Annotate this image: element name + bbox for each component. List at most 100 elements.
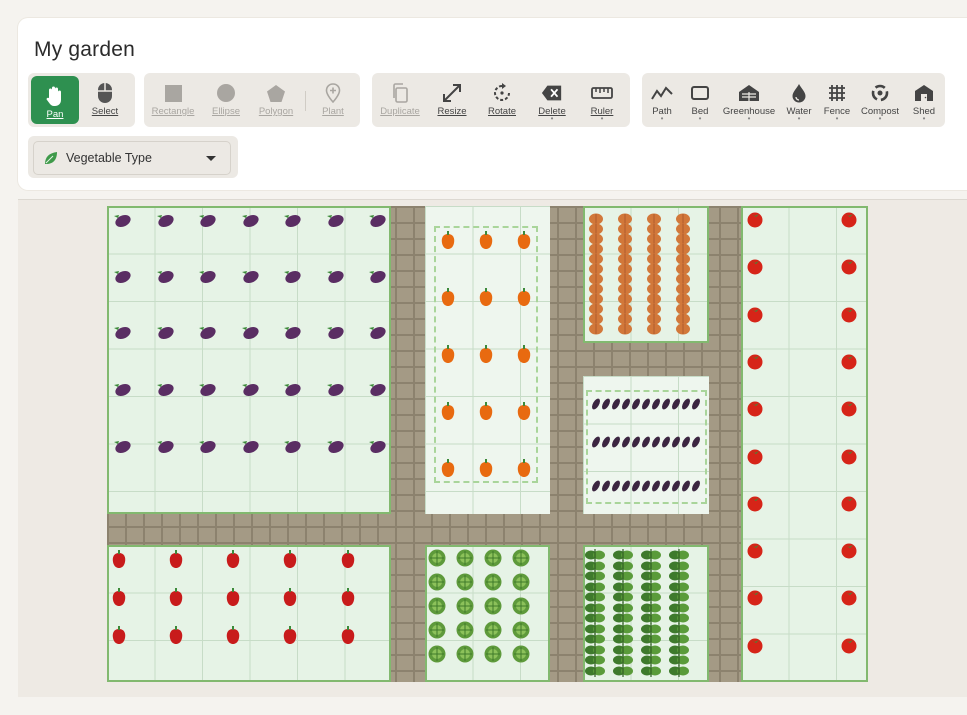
eggplant-icon[interactable] — [367, 212, 387, 233]
orange-pepper-icon[interactable] — [440, 287, 456, 312]
lettuce-icon[interactable] — [511, 596, 531, 621]
orange-pepper-icon[interactable] — [516, 458, 532, 483]
tomato-icon[interactable] — [745, 210, 765, 233]
red-pepper-icon[interactable] — [282, 587, 298, 612]
red-pepper-icon[interactable] — [111, 587, 127, 612]
red-pepper-icon[interactable] — [225, 625, 241, 650]
rotate-button[interactable]: Rotate — [478, 73, 526, 127]
eggplant-icon[interactable] — [282, 212, 302, 233]
greenhouse-button[interactable]: Greenhouse • — [723, 73, 775, 127]
delete-button[interactable]: Delete • — [528, 73, 576, 127]
orange-pepper-icon[interactable] — [440, 230, 456, 255]
red-pepper-icon[interactable] — [111, 549, 127, 574]
lettuce-icon[interactable] — [483, 620, 503, 645]
tomato-icon[interactable] — [745, 494, 765, 517]
eggplant-icon[interactable] — [325, 438, 345, 459]
eggplant-icon[interactable] — [197, 381, 217, 402]
eggplant-icon[interactable] — [112, 268, 132, 289]
eggplant-icon[interactable] — [367, 268, 387, 289]
orange-pepper-icon[interactable] — [440, 458, 456, 483]
lettuce-icon[interactable] — [483, 644, 503, 669]
eggplant-icon[interactable] — [155, 212, 175, 233]
onion-icon[interactable] — [617, 322, 633, 340]
tomato-icon[interactable] — [839, 636, 859, 659]
tomato-icon[interactable] — [839, 588, 859, 611]
ruler-button[interactable]: Ruler • — [578, 73, 626, 127]
eggplant-icon[interactable] — [240, 438, 260, 459]
red-pepper-icon[interactable] — [168, 587, 184, 612]
eggplant-slim-icon[interactable] — [690, 478, 702, 497]
bean-icon[interactable] — [640, 664, 662, 682]
eggplant-icon[interactable] — [240, 212, 260, 233]
shed-button[interactable]: Shed • — [900, 73, 948, 127]
eggplant-icon[interactable] — [282, 268, 302, 289]
tomato-icon[interactable] — [839, 305, 859, 328]
eggplant-icon[interactable] — [155, 438, 175, 459]
eggplant-icon[interactable] — [325, 268, 345, 289]
eggplant-icon[interactable] — [367, 381, 387, 402]
lettuce-icon[interactable] — [455, 548, 475, 573]
tomato-icon[interactable] — [839, 257, 859, 280]
tomato-icon[interactable] — [839, 494, 859, 517]
eggplant-icon[interactable] — [325, 324, 345, 345]
eggplant-icon[interactable] — [197, 324, 217, 345]
orange-pepper-icon[interactable] — [516, 344, 532, 369]
ellipse-button[interactable]: Ellipse — [202, 73, 250, 127]
eggplant-icon[interactable] — [282, 324, 302, 345]
onion-icon[interactable] — [675, 322, 691, 340]
eggplant-icon[interactable] — [325, 381, 345, 402]
red-pepper-icon[interactable] — [168, 625, 184, 650]
eggplant-icon[interactable] — [240, 324, 260, 345]
orange-pepper-icon[interactable] — [440, 401, 456, 426]
eggplant-icon[interactable] — [367, 438, 387, 459]
tomato-icon[interactable] — [839, 447, 859, 470]
bed-button[interactable]: Bed • — [676, 73, 724, 127]
lettuce-icon[interactable] — [511, 620, 531, 645]
eggplant-slim-icon[interactable] — [690, 434, 702, 453]
bean-icon[interactable] — [668, 664, 690, 682]
lettuce-icon[interactable] — [427, 572, 447, 597]
orange-pepper-icon[interactable] — [478, 458, 494, 483]
lettuce-icon[interactable] — [483, 572, 503, 597]
eggplant-icon[interactable] — [197, 268, 217, 289]
red-pepper-icon[interactable] — [282, 625, 298, 650]
eggplant-icon[interactable] — [155, 324, 175, 345]
bed-eggplant[interactable] — [107, 206, 391, 514]
tomato-icon[interactable] — [745, 447, 765, 470]
tomato-icon[interactable] — [745, 399, 765, 422]
red-pepper-icon[interactable] — [282, 549, 298, 574]
eggplant-slim-icon[interactable] — [690, 396, 702, 415]
tomato-icon[interactable] — [839, 352, 859, 375]
duplicate-button[interactable]: Duplicate — [376, 73, 424, 127]
eggplant-icon[interactable] — [197, 212, 217, 233]
tomato-icon[interactable] — [839, 210, 859, 233]
orange-pepper-icon[interactable] — [516, 401, 532, 426]
eggplant-icon[interactable] — [112, 324, 132, 345]
eggplant-icon[interactable] — [197, 438, 217, 459]
orange-pepper-icon[interactable] — [440, 344, 456, 369]
tomato-icon[interactable] — [839, 541, 859, 564]
red-pepper-icon[interactable] — [340, 549, 356, 574]
bean-icon[interactable] — [612, 664, 634, 682]
lettuce-icon[interactable] — [511, 572, 531, 597]
eggplant-icon[interactable] — [282, 381, 302, 402]
onion-icon[interactable] — [646, 322, 662, 340]
red-pepper-icon[interactable] — [340, 587, 356, 612]
tomato-icon[interactable] — [839, 399, 859, 422]
bean-icon[interactable] — [584, 664, 606, 682]
select-button[interactable]: Select — [81, 73, 129, 127]
pan-button[interactable]: Pan — [31, 76, 79, 124]
tomato-icon[interactable] — [745, 636, 765, 659]
red-pepper-icon[interactable] — [340, 625, 356, 650]
lettuce-icon[interactable] — [427, 596, 447, 621]
plant-button[interactable]: Plant — [309, 73, 357, 127]
tomato-icon[interactable] — [745, 588, 765, 611]
tomato-icon[interactable] — [745, 305, 765, 328]
lettuce-icon[interactable] — [427, 644, 447, 669]
lettuce-icon[interactable] — [455, 644, 475, 669]
eggplant-icon[interactable] — [282, 438, 302, 459]
lettuce-icon[interactable] — [483, 548, 503, 573]
orange-pepper-icon[interactable] — [516, 287, 532, 312]
tomato-icon[interactable] — [745, 352, 765, 375]
compost-button[interactable]: Compost • — [856, 73, 904, 127]
